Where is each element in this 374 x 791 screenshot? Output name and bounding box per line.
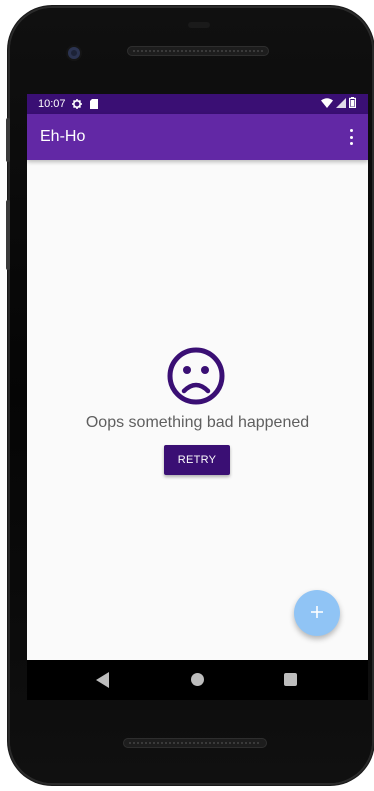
earpiece-speaker	[127, 46, 269, 56]
signal-icon	[336, 97, 346, 111]
sd-card-icon	[89, 99, 98, 109]
front-camera	[68, 47, 80, 59]
wifi-icon	[321, 97, 333, 111]
volume-button	[6, 118, 10, 162]
error-content: Oops something bad happened RETRY	[27, 160, 368, 660]
plus-icon	[310, 605, 324, 622]
status-right-icons	[321, 97, 357, 111]
gear-icon	[71, 99, 82, 109]
bottom-speaker	[123, 738, 267, 748]
menu-dot	[349, 129, 353, 132]
recents-icon[interactable]	[284, 673, 297, 686]
power-button	[6, 200, 10, 270]
retry-button[interactable]: RETRY	[164, 445, 230, 475]
app-title: Eh-Ho	[40, 128, 86, 145]
navigation-bar	[27, 660, 368, 700]
menu-dot	[349, 135, 353, 139]
proximity-sensor	[188, 22, 210, 28]
more-vert-icon[interactable]	[348, 129, 354, 145]
add-fab-button[interactable]	[294, 590, 340, 636]
app-bar: Eh-Ho	[27, 114, 368, 160]
status-bar: 10:07	[27, 94, 368, 114]
sad-face-icon	[166, 346, 226, 406]
error-message: Oops something bad happened	[85, 414, 310, 431]
home-icon[interactable]	[191, 673, 204, 686]
menu-dot	[349, 142, 353, 145]
back-icon[interactable]	[96, 672, 110, 688]
phone-screen: 10:07 Eh-Ho Oops something bad happened …	[27, 94, 368, 660]
status-time: 10:07	[38, 98, 66, 110]
battery-icon	[349, 97, 357, 111]
